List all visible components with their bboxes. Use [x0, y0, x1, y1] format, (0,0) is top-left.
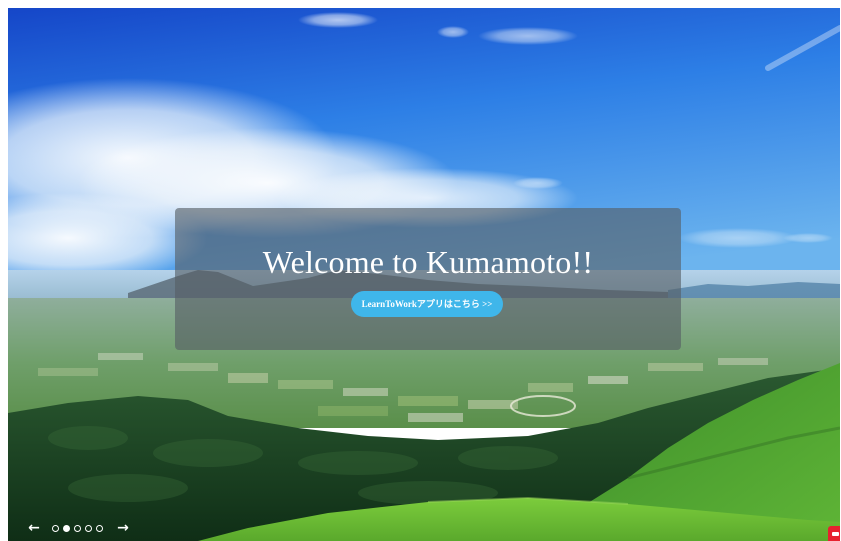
arrow-right-icon[interactable]: → — [115, 520, 131, 536]
arrow-left-icon[interactable]: ← — [26, 520, 42, 536]
hero-carousel: Welcome to Kumamoto!! LearnToWorkアプリはこちら… — [8, 8, 840, 541]
carousel-dot-1[interactable] — [52, 524, 59, 532]
carousel-controls: ← → — [26, 520, 131, 536]
hero-title: Welcome to Kumamoto!! — [262, 244, 594, 280]
carousel-indicators — [52, 524, 107, 532]
carousel-dot-5[interactable] — [96, 524, 103, 532]
learn-to-work-app-button[interactable]: LearnToWorkアプリはこちら >> — [351, 291, 503, 317]
carousel-dot-4[interactable] — [85, 524, 92, 532]
carousel-dot-2[interactable] — [63, 524, 70, 532]
hero-caption-panel: Welcome to Kumamoto!! LearnToWorkアプリはこちら… — [175, 208, 681, 350]
carousel-dot-3[interactable] — [74, 524, 81, 532]
chat-icon[interactable] — [828, 526, 840, 541]
